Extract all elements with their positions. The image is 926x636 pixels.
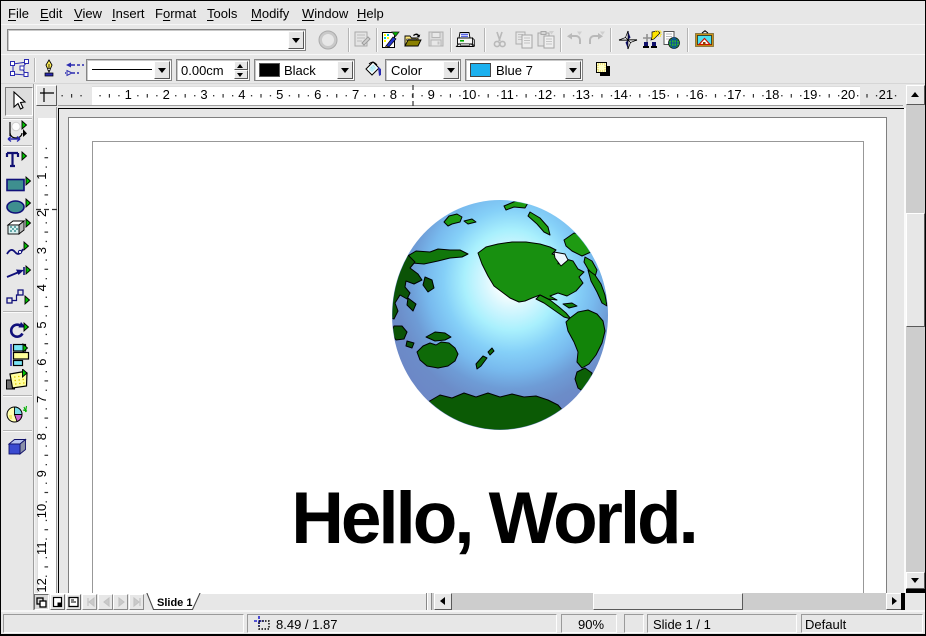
svg-text:5: 5 xyxy=(276,87,283,102)
svg-text:13: 13 xyxy=(576,87,590,102)
svg-text:3: 3 xyxy=(36,247,49,254)
svg-text:14: 14 xyxy=(613,87,627,102)
svg-text:15: 15 xyxy=(651,87,665,102)
svg-text:1: 1 xyxy=(36,173,49,180)
svg-text:3: 3 xyxy=(200,87,207,102)
svg-text:2: 2 xyxy=(163,87,170,102)
svg-text:4: 4 xyxy=(36,284,49,291)
svg-text:7: 7 xyxy=(36,396,49,403)
svg-text:10: 10 xyxy=(462,87,476,102)
svg-text:7: 7 xyxy=(352,87,359,102)
svg-text:9: 9 xyxy=(428,87,435,102)
svg-text:20: 20 xyxy=(841,87,855,102)
svg-text:4: 4 xyxy=(238,87,245,102)
svg-text:19: 19 xyxy=(803,87,817,102)
svg-text:5: 5 xyxy=(36,321,49,328)
svg-text:8: 8 xyxy=(390,87,397,102)
svg-text:11: 11 xyxy=(500,87,513,102)
svg-text:12: 12 xyxy=(538,87,552,102)
svg-text:16: 16 xyxy=(689,87,703,102)
svg-text:6: 6 xyxy=(36,359,49,366)
svg-text:18: 18 xyxy=(765,87,779,102)
svg-text:21: 21 xyxy=(879,87,893,102)
svg-text:17: 17 xyxy=(727,87,741,102)
svg-text:1: 1 xyxy=(125,87,132,102)
svg-text:6: 6 xyxy=(314,87,321,102)
svg-text:12: 12 xyxy=(36,578,49,592)
svg-text:2: 2 xyxy=(36,210,49,217)
svg-text:8: 8 xyxy=(36,433,49,440)
